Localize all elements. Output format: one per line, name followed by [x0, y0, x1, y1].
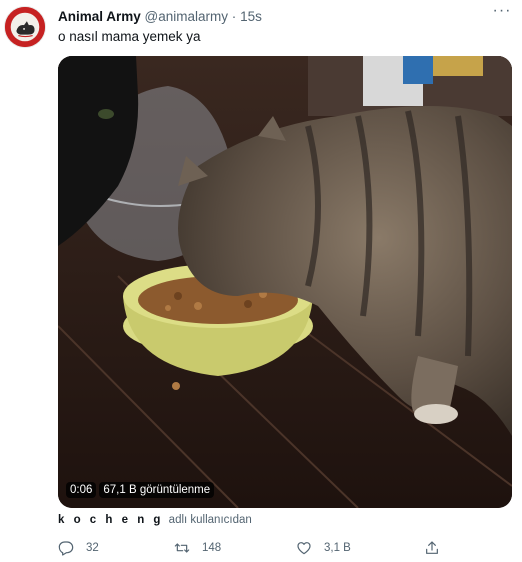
- share-button[interactable]: [424, 538, 452, 558]
- retweet-count: 148: [202, 542, 222, 554]
- video-badges: 0:06 67,1 B görüntülenme: [66, 482, 215, 498]
- video-frame: [58, 56, 512, 508]
- author-name[interactable]: Animal Army: [58, 9, 141, 24]
- reply-icon: [58, 540, 74, 556]
- tweet-text: o nasıl mama yemek ya: [58, 29, 201, 44]
- reply-button[interactable]: 32: [58, 538, 99, 558]
- reply-count: 32: [86, 542, 99, 554]
- attribution-suffix: adlı kullanıcıdan: [168, 514, 252, 526]
- share-icon: [424, 540, 440, 556]
- media-attribution: k o c h e n g adlı kullanıcıdan: [58, 512, 252, 528]
- author-handle[interactable]: @animalarmy: [145, 9, 228, 24]
- more-icon[interactable]: ···: [492, 3, 512, 20]
- retweet-button[interactable]: 148: [174, 538, 221, 558]
- view-count: 67,1 B görüntülenme: [99, 482, 215, 498]
- tweet-timestamp[interactable]: 15s: [240, 9, 262, 24]
- tweet-header: Animal Army @animalarmy · 15s: [58, 8, 482, 26]
- like-button[interactable]: 3,1 B: [296, 538, 351, 558]
- separator-dot: ·: [231, 9, 237, 24]
- attribution-user[interactable]: k o c h e n g: [58, 514, 163, 526]
- video-player[interactable]: 0:06 67,1 B görüntülenme: [58, 56, 512, 508]
- video-duration: 0:06: [66, 482, 97, 498]
- action-bar: 32 148 3,1 B: [58, 538, 478, 558]
- heart-icon: [296, 540, 312, 556]
- avatar-cat-logo: [5, 7, 45, 47]
- tweet[interactable]: Animal Army @animalarmy · 15s ··· o nası…: [0, 0, 522, 562]
- like-count: 3,1 B: [324, 542, 351, 554]
- avatar[interactable]: [4, 6, 46, 48]
- retweet-icon: [174, 540, 190, 556]
